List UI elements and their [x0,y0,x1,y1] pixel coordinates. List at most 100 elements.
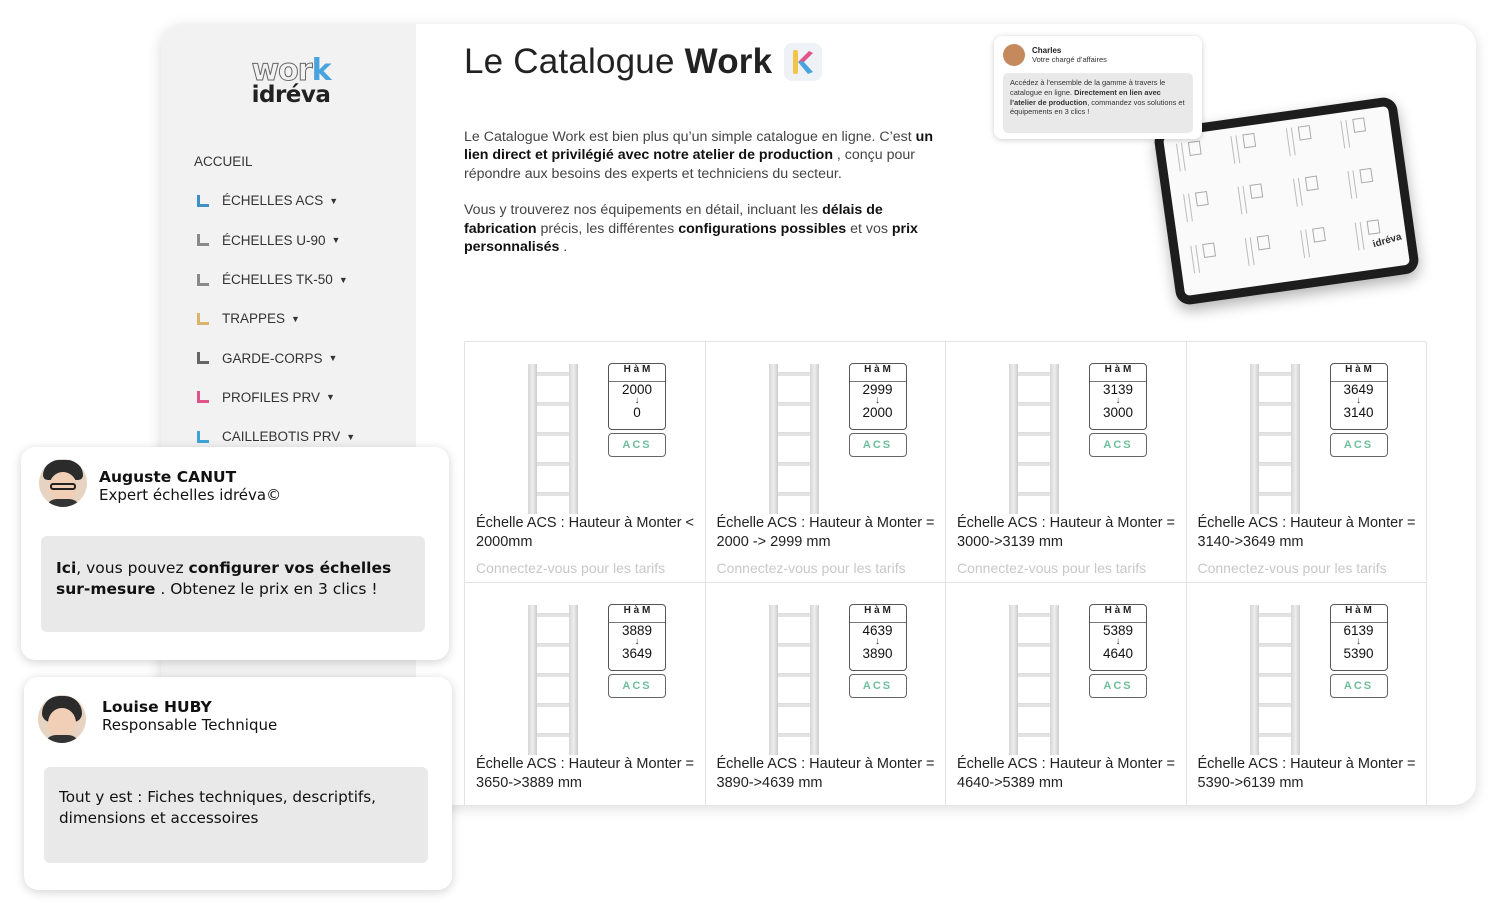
expert-role: Expert échelles idréva© [99,486,282,504]
expert-card-louise: Louise HUBY Responsable Technique Tout y… [24,677,452,890]
caret-down-icon[interactable]: ▼ [326,392,335,402]
page-title-light: Le Catalogue [464,42,675,81]
product-card[interactable]: H à M 4639 ↓ 3890 ACS Échelle ACS : Hauteur à… [706,583,946,805]
tablet-thumbnail [1167,134,1227,190]
height-min: 3890 [862,646,893,661]
height-min: 3000 [1102,405,1134,420]
drop-icon [197,194,209,207]
advisor-role: Votre chargé d’affaires [1032,55,1107,64]
caret-down-icon[interactable]: ▼ [339,275,348,285]
ladder-icon [197,273,209,286]
product-grid: H à M 2000 ↓ 0 ACS Échelle ACS : Hauteur à Mo… [464,341,1427,805]
product-card[interactable]: H à M 3889 ↓ 3649 ACS Échelle ACS : Hauteur à… [465,583,706,805]
acs-tag: ACS [608,433,666,457]
caret-down-icon[interactable]: ▼ [332,235,341,245]
advisor-chat-card: Charles Votre chargé d’affaires Accédez … [994,36,1202,139]
caret-down-icon[interactable]: ▼ [291,314,300,324]
nav-item--chelles-tk-50[interactable]: ÉCHELLES TK-50 ▼ [194,260,404,299]
ladder-image [1009,605,1059,755]
acs-tag: ACS [848,433,907,457]
arrow-down-icon: ↓ [1115,636,1121,647]
intro-text: Le Catalogue Work est bien plus qu’un si… [464,128,934,274]
ladder-image [768,364,819,514]
tablet-thumbnail [1284,169,1344,225]
grating-icon [197,430,209,443]
product-price-note[interactable]: Connectez-vous pour les tarifs [957,560,1146,576]
acs-tag: ACS [1089,674,1147,698]
product-price-note[interactable]: Connectez-vous pour les tarifs [1198,560,1387,576]
expert-card-auguste: Auguste CANUT Expert échelles idréva© Ic… [21,447,449,660]
expert-name: Auguste CANUT [99,468,237,486]
ladder-image [1249,364,1300,514]
ladder-icon [197,234,209,247]
height-badge: H à M 5389 ↓ 4640 [1089,604,1147,671]
height-min: 2000 [862,405,893,420]
product-card[interactable]: H à M 5389 ↓ 4640 ACS Échelle ACS : Hauteur à… [946,583,1187,805]
tablet-thumbnail [1332,111,1392,167]
acs-tag: ACS [1329,433,1388,457]
intro-paragraph-2: Vous y trouverez nos équipements en déta… [464,202,918,256]
nav-item-label: TRAPPES [222,311,286,327]
arrow-down-icon: ↓ [1356,636,1361,647]
nav-item--chelles-u-90[interactable]: ÉCHELLES U-90 ▼ [194,221,404,260]
tablet-thumbnail [1229,177,1289,233]
height-badge: H à M 3139 ↓ 3000 [1089,363,1147,430]
nav-item-label: PROFILES PRV [222,389,321,405]
advisor-message: Accédez à l’ensemble de la gamme à trave… [1003,73,1193,133]
product-card[interactable]: H à M 3649 ↓ 3140 ACS Échelle ACS : Hauteur à… [1186,342,1427,583]
ladder-image [528,364,578,514]
ladder-image [528,605,578,755]
height-badge: H à M 2000 ↓ 0 [608,363,666,430]
product-price-note[interactable]: Connectez-vous pour les tarifs [717,560,906,576]
height-badge: H à M 3649 ↓ 3140 [1329,363,1388,430]
nav-item-label: ÉCHELLES ACS [222,193,324,209]
expert-role: Responsable Technique [102,716,278,734]
page-title: Le Catalogue Work [464,42,823,82]
nav-item-garde-corps[interactable]: GARDE-CORPS ▼ [194,338,404,377]
caret-down-icon[interactable]: ▼ [346,432,355,442]
tablet-thumbnail [1222,126,1282,182]
nav-item-accueil[interactable]: ACCUEIL [194,142,404,181]
product-title[interactable]: Échelle ACS : Hauteur à Monter = 5390->6… [1198,755,1423,792]
logo[interactable]: work idréva [241,55,341,108]
expert-name: Louise HUBY [102,698,212,716]
product-card[interactable]: H à M 3139 ↓ 3000 ACS Échelle ACS : Hauteur à… [946,342,1187,583]
arrow-down-icon: ↓ [875,636,880,647]
main-nav: ACCUEIL ÉCHELLES ACS ▼ ÉCHELLES U-90 ▼ ÉCHEL… [194,142,404,456]
product-card[interactable]: H à M 2999 ↓ 2000 ACS Échelle ACS : Hauteur à… [705,342,946,583]
ladder-image [1009,364,1059,514]
nav-item-trappes[interactable]: TRAPPES ▼ [194,299,404,338]
product-title[interactable]: Échelle ACS : Hauteur à Monter = 3890->4… [717,755,942,792]
main-content: Le Catalogue Work Le Catalogue Work est … [464,24,1476,805]
arrow-down-icon: ↓ [634,636,640,647]
expert-message: Tout y est : Fiches techniques, descript… [44,767,428,863]
product-title[interactable]: Échelle ACS : Hauteur à Monter = 3000->3… [957,514,1182,551]
nav-item--chelles-acs[interactable]: ÉCHELLES ACS ▼ [194,181,404,220]
height-badge: H à M 4639 ↓ 3890 [848,604,907,671]
product-title[interactable]: Échelle ACS : Hauteur à Monter < 2000mm [476,514,701,551]
acs-tag: ACS [608,674,666,698]
arrow-down-icon: ↓ [875,395,880,406]
logo-brand: idréva [251,82,331,108]
height-badge: H à M 6139 ↓ 5390 [1329,604,1388,671]
product-title[interactable]: Échelle ACS : Hauteur à Monter = 3650->3… [476,755,701,792]
height-badge: H à M 2999 ↓ 2000 [848,363,907,430]
tablet-thumbnail [1175,184,1235,240]
product-card[interactable]: H à M 2000 ↓ 0 ACS Échelle ACS : Hauteur à Mo… [465,342,706,583]
caret-down-icon[interactable]: ▼ [329,353,338,363]
caret-down-icon[interactable]: ▼ [329,196,338,206]
product-title[interactable]: Échelle ACS : Hauteur à Monter = 3140->3… [1198,514,1423,551]
profile-icon [197,391,209,404]
product-title[interactable]: Échelle ACS : Hauteur à Monter = 2000 ->… [717,514,942,551]
nav-item-profiles-prv[interactable]: PROFILES PRV ▼ [194,378,404,417]
product-price-note[interactable]: Connectez-vous pour les tarifs [476,560,665,576]
arrow-down-icon: ↓ [1115,395,1121,406]
acs-tag: ACS [848,674,907,698]
product-card[interactable]: H à M 6139 ↓ 5390 ACS Échelle ACS : Hauteur à… [1187,583,1427,805]
k-logo-icon [784,43,823,81]
height-min: 5390 [1343,646,1374,661]
expert-message: Ici, vous pouvez configurer vos échelles… [41,536,425,632]
product-title[interactable]: Échelle ACS : Hauteur à Monter = 4640->5… [957,755,1182,792]
hatch-icon [197,312,209,325]
height-badge: H à M 3889 ↓ 3649 [608,604,666,671]
